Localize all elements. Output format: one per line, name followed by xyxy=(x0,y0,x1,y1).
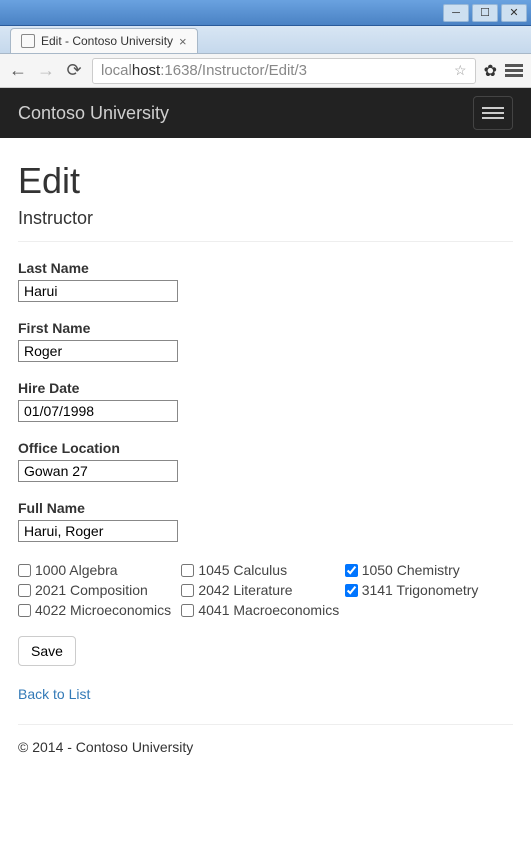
course-label: 1045 Calculus xyxy=(198,562,287,578)
course-checkbox[interactable] xyxy=(181,564,194,577)
course-checkbox-item[interactable]: 1050 Chemistry xyxy=(345,560,508,580)
browser-tab-strip: Edit - Contoso University × xyxy=(0,26,531,54)
settings-gear-icon[interactable]: ✿ xyxy=(484,61,497,81)
course-label: 3141 Trigonometry xyxy=(362,582,479,598)
hire-date-label: Hire Date xyxy=(18,380,79,396)
hire-date-field[interactable] xyxy=(18,400,178,422)
last-name-field[interactable] xyxy=(18,280,178,302)
course-checkbox[interactable] xyxy=(345,564,358,577)
url-text-post: :1638/Instructor/Edit/3 xyxy=(160,62,307,79)
tab-close-icon[interactable]: × xyxy=(179,34,187,49)
window-titlebar: ─ ☐ ✕ xyxy=(0,0,531,26)
forward-button[interactable]: → xyxy=(36,60,56,81)
course-checkbox[interactable] xyxy=(181,584,194,597)
course-label: 4022 Microeconomics xyxy=(35,602,171,618)
address-bar[interactable]: localhost:1638/Instructor/Edit/3 ☆ xyxy=(92,58,476,84)
course-checkbox-item[interactable]: 1000 Algebra xyxy=(18,560,181,580)
first-name-field[interactable] xyxy=(18,340,178,362)
full-name-field[interactable] xyxy=(18,520,178,542)
navbar-toggle-button[interactable] xyxy=(473,96,513,130)
course-checkbox-item[interactable]: 4041 Macroeconomics xyxy=(181,600,344,620)
window-close-button[interactable]: ✕ xyxy=(501,4,527,22)
back-button[interactable]: ← xyxy=(8,60,28,81)
divider xyxy=(18,241,513,242)
url-text-host: host xyxy=(132,62,160,79)
course-label: 2021 Composition xyxy=(35,582,148,598)
course-checkbox-item[interactable]: 4022 Microeconomics xyxy=(18,600,181,620)
window-maximize-button[interactable]: ☐ xyxy=(472,4,498,22)
full-name-label: Full Name xyxy=(18,500,85,516)
course-label: 4041 Macroeconomics xyxy=(198,602,339,618)
hamburger-icon xyxy=(482,112,504,114)
office-location-field[interactable] xyxy=(18,460,178,482)
back-to-list-link[interactable]: Back to List xyxy=(18,686,90,702)
course-checkbox-item[interactable]: 2042 Literature xyxy=(181,580,344,600)
office-location-label: Office Location xyxy=(18,440,120,456)
course-label: 2042 Literature xyxy=(198,582,292,598)
course-checkbox-item[interactable]: 3141 Trigonometry xyxy=(345,580,508,600)
last-name-label: Last Name xyxy=(18,260,89,276)
chrome-menu-icon[interactable] xyxy=(505,62,523,79)
browser-tab[interactable]: Edit - Contoso University × xyxy=(10,28,198,53)
course-label: 1050 Chemistry xyxy=(362,562,460,578)
course-checkbox[interactable] xyxy=(181,604,194,617)
hamburger-icon xyxy=(482,117,504,119)
page-container: Edit Instructor Last Name First Name Hir… xyxy=(0,138,531,773)
footer-divider xyxy=(18,724,513,725)
course-checkbox[interactable] xyxy=(345,584,358,597)
navbar-brand[interactable]: Contoso University xyxy=(18,103,169,124)
page-favicon-icon xyxy=(21,34,35,48)
course-checkbox[interactable] xyxy=(18,564,31,577)
site-navbar: Contoso University xyxy=(0,88,531,138)
course-checkbox-item[interactable]: 1045 Calculus xyxy=(181,560,344,580)
reload-button[interactable]: ⟳ xyxy=(64,60,84,81)
course-checkbox-grid: 1000 Algebra 1045 Calculus 1050 Chemistry 2… xyxy=(18,560,513,620)
url-text-pre: local xyxy=(101,62,132,79)
page-title: Edit xyxy=(18,160,513,202)
save-button[interactable]: Save xyxy=(18,636,76,666)
hamburger-icon xyxy=(482,107,504,109)
page-subtitle: Instructor xyxy=(18,208,513,229)
course-checkbox[interactable] xyxy=(18,604,31,617)
course-checkbox-item[interactable]: 2021 Composition xyxy=(18,580,181,600)
tab-title: Edit - Contoso University xyxy=(41,34,173,48)
first-name-label: First Name xyxy=(18,320,90,336)
course-checkbox[interactable] xyxy=(18,584,31,597)
bookmark-star-icon[interactable]: ☆ xyxy=(454,62,467,79)
browser-toolbar: ← → ⟳ localhost:1638/Instructor/Edit/3 ☆… xyxy=(0,54,531,88)
footer-text: © 2014 - Contoso University xyxy=(18,739,513,755)
window-minimize-button[interactable]: ─ xyxy=(443,4,469,22)
course-label: 1000 Algebra xyxy=(35,562,118,578)
